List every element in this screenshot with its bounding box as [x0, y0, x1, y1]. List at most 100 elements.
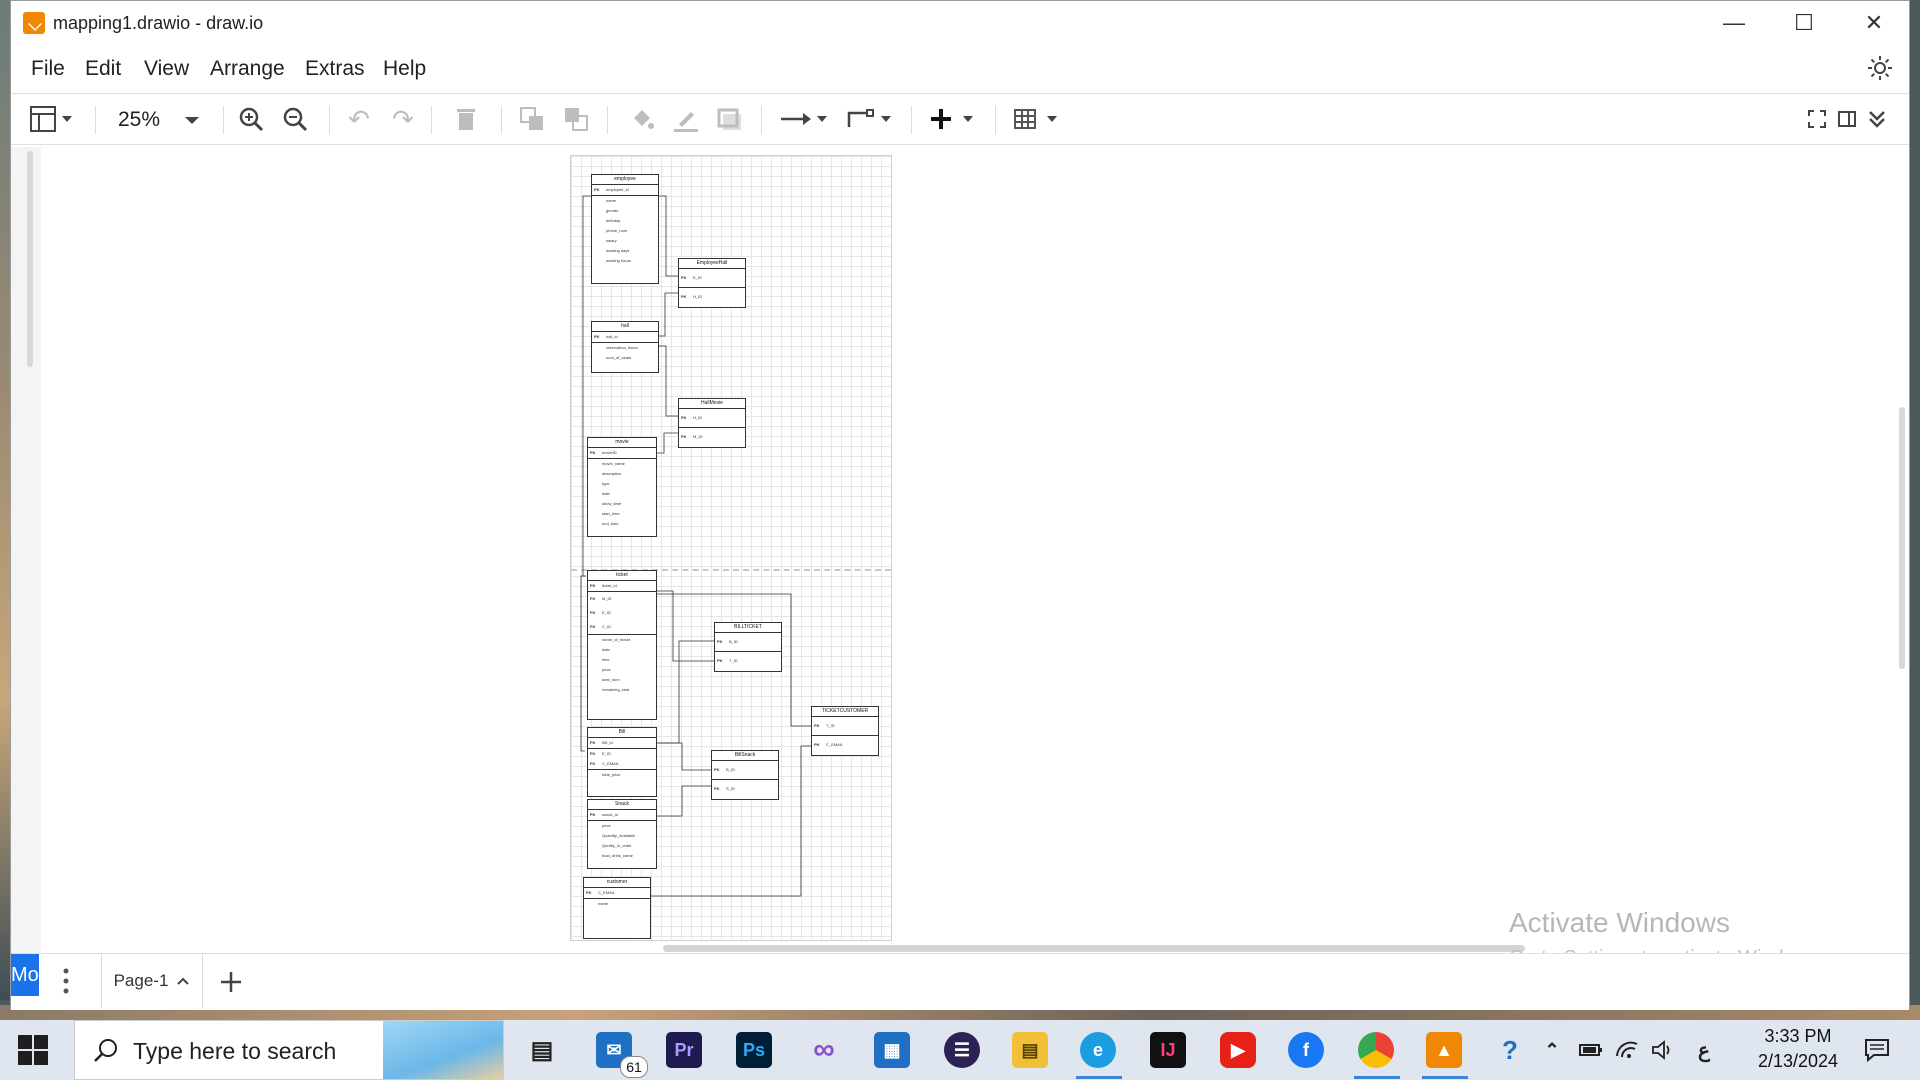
undo-icon[interactable]: ↶: [343, 104, 375, 134]
waypoints-button[interactable]: [845, 104, 895, 134]
menu-extras[interactable]: Extras: [305, 57, 365, 81]
table-row: remaining_seat: [602, 687, 630, 692]
shadow-icon[interactable]: [715, 104, 745, 134]
title-bar: mapping1.drawio - draw.io — ☐ ✕: [11, 1, 1909, 45]
fullscreen-icon[interactable]: [1805, 104, 1829, 134]
wifi-icon[interactable]: [1614, 1032, 1640, 1068]
taskbar-clock[interactable]: 3:33 PM 2/13/2024: [1738, 1026, 1858, 1072]
minimize-button[interactable]: —: [1699, 1, 1769, 45]
taskbar-search-box[interactable]: Type here to search: [74, 1020, 504, 1080]
toolbar-separator: [95, 106, 96, 134]
table-row: description: [602, 471, 622, 476]
horizontal-scrollbar[interactable]: [663, 945, 1525, 952]
edge-icon[interactable]: e: [1080, 1032, 1116, 1068]
input-language-indicator[interactable]: ع: [1694, 1032, 1714, 1068]
table-snack[interactable]: Snack PK snack_id price Quantity_Availabl…: [587, 799, 657, 869]
format-panel-icon[interactable]: [1835, 104, 1859, 134]
activation-watermark-title: Activate Windows: [1509, 907, 1730, 938]
connection-style-button[interactable]: [779, 104, 829, 134]
chrome-active-indicator: [1354, 1076, 1400, 1079]
fill-color-icon[interactable]: [627, 104, 657, 134]
menu-file[interactable]: File: [31, 57, 65, 81]
photoshop-icon[interactable]: Ps: [736, 1032, 772, 1068]
table-row: working hours: [606, 258, 631, 263]
zoom-in-button[interactable]: [235, 104, 267, 134]
table-row: PK movieID: [588, 448, 656, 459]
insert-button[interactable]: [929, 104, 979, 134]
zoom-dropdown-icon[interactable]: [181, 104, 203, 134]
panels-toggle-button[interactable]: [27, 104, 77, 134]
table-bill[interactable]: Bill PK Bill_id FK E_ID FK C_EMAIL total_pr…: [587, 727, 657, 797]
menu-view[interactable]: View: [144, 57, 189, 81]
redo-icon[interactable]: ↷: [387, 104, 419, 134]
chrome-icon[interactable]: [1358, 1032, 1394, 1068]
table-employee[interactable]: employee PK employee_id name gender birth…: [591, 174, 659, 284]
to-back-icon[interactable]: [561, 104, 591, 134]
eclipse-icon[interactable]: ☰: [944, 1032, 980, 1068]
table-customer[interactable]: customer PK C_EMAIL name: [583, 877, 651, 939]
maximize-button[interactable]: ☐: [1769, 1, 1839, 45]
toolbar-separator: [607, 106, 608, 134]
pages-menu-icon[interactable]: [63, 968, 69, 999]
add-page-icon[interactable]: [219, 970, 243, 999]
table-row: price: [602, 823, 611, 828]
table-ticket[interactable]: ticket PK ticket_id FK M_ID FK E_ID FK C_ID …: [587, 570, 657, 720]
table-row: show_time: [602, 501, 622, 506]
table-row: PK S_ID: [714, 786, 735, 791]
chevron-up-tray-icon[interactable]: ⌃: [1540, 1032, 1564, 1068]
battery-icon[interactable]: [1578, 1032, 1604, 1068]
microsoft-store-icon[interactable]: ▦: [874, 1032, 910, 1068]
windows-start-icon[interactable]: [18, 1035, 48, 1065]
table-ticketcustomer[interactable]: TICKETCUSTOMER PK T_ID PK C_EMAIL: [811, 706, 879, 756]
premiere-icon[interactable]: Pr: [666, 1032, 702, 1068]
table-title: HallMovie: [679, 399, 745, 409]
notifications-icon[interactable]: [1862, 1032, 1892, 1068]
close-button[interactable]: ✕: [1839, 1, 1909, 45]
table-billsnack[interactable]: BillSnack PK B_ID PK S_ID: [711, 750, 779, 800]
vertical-scrollbar[interactable]: [1899, 407, 1905, 669]
intellij-icon[interactable]: IJ: [1150, 1032, 1186, 1068]
theme-toggle-icon[interactable]: [1867, 55, 1893, 81]
more-shapes-tab[interactable]: Mor: [11, 954, 39, 996]
table-title: EmployeeHall: [679, 259, 745, 269]
file-explorer-icon[interactable]: ▤: [1012, 1032, 1048, 1068]
drawio-logo-icon: [23, 12, 45, 34]
search-placeholder: Type here to search: [133, 1038, 337, 1064]
menu-edit[interactable]: Edit: [85, 57, 121, 81]
table-movie[interactable]: movie PK movieID movie_name description t…: [587, 437, 657, 537]
zoom-level[interactable]: 25%: [118, 108, 160, 132]
zoom-out-button[interactable]: [279, 104, 311, 134]
task-view-icon[interactable]: ▤: [524, 1032, 560, 1068]
youtube-icon[interactable]: ▶: [1220, 1032, 1256, 1068]
arrow-icon: [781, 113, 827, 125]
collapse-toolbar-icon[interactable]: [1865, 104, 1889, 134]
left-scrollbar[interactable]: [27, 151, 33, 367]
layout-icon: [30, 106, 72, 132]
visual-studio-icon[interactable]: ∞: [806, 1032, 842, 1068]
table-employeehall[interactable]: EmployeeHall PK E_ID PK H_ID: [678, 258, 746, 308]
table-row: PK ticket_id: [588, 581, 656, 592]
table-button[interactable]: [1013, 104, 1063, 134]
volume-icon[interactable]: [1650, 1032, 1676, 1068]
table-hall[interactable]: hall PK hall_id reservation_times num_of_…: [591, 321, 659, 373]
diagram-canvas[interactable]: [41, 147, 1909, 953]
table-hallmovie[interactable]: HallMovie PK H_ID PK M_ID: [678, 398, 746, 448]
help-icon[interactable]: ?: [1496, 1032, 1524, 1068]
to-front-icon[interactable]: [517, 104, 547, 134]
delete-icon[interactable]: [451, 104, 481, 134]
table-row: movie_name: [602, 461, 625, 466]
table-row: date: [602, 491, 610, 496]
drawio-taskbar-icon[interactable]: ▲: [1426, 1032, 1462, 1068]
diagram-page[interactable]: employee PK employee_id name gender birth…: [570, 155, 892, 941]
menu-arrange[interactable]: Arrange: [210, 57, 285, 81]
plus-icon: [931, 109, 973, 129]
table-row: name: [606, 198, 617, 203]
facebook-icon[interactable]: f: [1288, 1032, 1324, 1068]
menu-help[interactable]: Help: [383, 57, 426, 81]
table-row: PK snack_id: [588, 810, 656, 821]
line-color-icon[interactable]: [671, 104, 701, 134]
table-billticket[interactable]: BILLTICKET PK B_ID PK T_ID: [714, 622, 782, 672]
page-tab-label: Page-1: [113, 971, 169, 990]
page-tab-page-1[interactable]: Page-1: [101, 954, 203, 1008]
table-row: num_of_seats: [606, 355, 632, 360]
